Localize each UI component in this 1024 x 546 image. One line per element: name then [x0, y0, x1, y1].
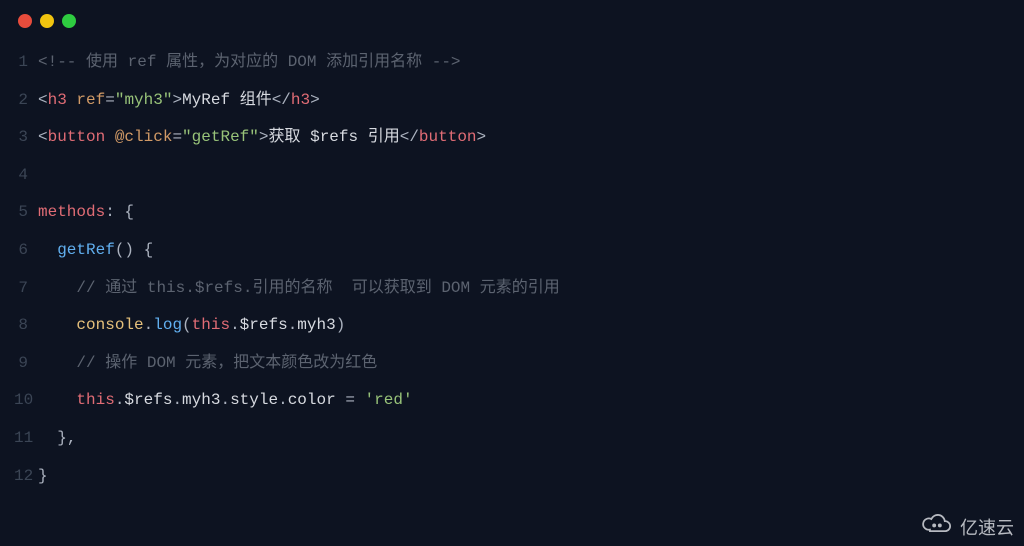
line-number: 8: [14, 307, 38, 345]
code-line: 6 getRef() {: [14, 232, 1024, 270]
code-line: 5 methods: {: [14, 194, 1024, 232]
watermark: 亿速云: [920, 513, 1014, 540]
code-line: 7 // 通过 this.$refs.引用的名称 可以获取到 DOM 元素的引用: [14, 270, 1024, 308]
code-content: <!-- 使用 ref 属性，为对应的 DOM 添加引用名称 -->: [38, 44, 1024, 82]
code-content: },: [38, 420, 1024, 458]
line-number: 1: [14, 44, 38, 82]
code-content: <h3 ref="myh3">MyRef 组件</h3>: [38, 82, 1024, 120]
code-editor[interactable]: 1 <!-- 使用 ref 属性，为对应的 DOM 添加引用名称 --> 2 <…: [0, 44, 1024, 495]
code-line: 4: [14, 157, 1024, 195]
line-number: 7: [14, 270, 38, 308]
line-number: 3: [14, 119, 38, 157]
line-number: 10: [14, 382, 38, 420]
code-line: 3 <button @click="getRef">获取 $refs 引用</b…: [14, 119, 1024, 157]
code-line: 10 this.$refs.myh3.style.color = 'red': [14, 382, 1024, 420]
watermark-text: 亿速云: [960, 514, 1014, 540]
maximize-icon[interactable]: [62, 14, 76, 28]
code-content: methods: {: [38, 194, 1024, 232]
code-line: 1 <!-- 使用 ref 属性，为对应的 DOM 添加引用名称 -->: [14, 44, 1024, 82]
line-number: 9: [14, 345, 38, 383]
window-controls: [18, 14, 1024, 28]
line-number: 12: [14, 458, 38, 496]
code-content: // 通过 this.$refs.引用的名称 可以获取到 DOM 元素的引用: [38, 270, 1024, 308]
code-line: 12 }: [14, 458, 1024, 496]
cloud-icon: [920, 513, 954, 540]
code-content: <button @click="getRef">获取 $refs 引用</but…: [38, 119, 1024, 157]
line-number: 11: [14, 420, 38, 458]
code-content: // 操作 DOM 元素，把文本颜色改为红色: [38, 345, 1024, 383]
code-line: 9 // 操作 DOM 元素，把文本颜色改为红色: [14, 345, 1024, 383]
close-icon[interactable]: [18, 14, 32, 28]
line-number: 4: [14, 157, 38, 195]
minimize-icon[interactable]: [40, 14, 54, 28]
code-content: getRef() {: [38, 232, 1024, 270]
code-line: 11 },: [14, 420, 1024, 458]
code-content: }: [38, 458, 1024, 496]
line-number: 5: [14, 194, 38, 232]
code-content: this.$refs.myh3.style.color = 'red': [38, 382, 1024, 420]
code-line: 8 console.log(this.$refs.myh3): [14, 307, 1024, 345]
code-content: console.log(this.$refs.myh3): [38, 307, 1024, 345]
line-number: 6: [14, 232, 38, 270]
line-number: 2: [14, 82, 38, 120]
code-line: 2 <h3 ref="myh3">MyRef 组件</h3>: [14, 82, 1024, 120]
